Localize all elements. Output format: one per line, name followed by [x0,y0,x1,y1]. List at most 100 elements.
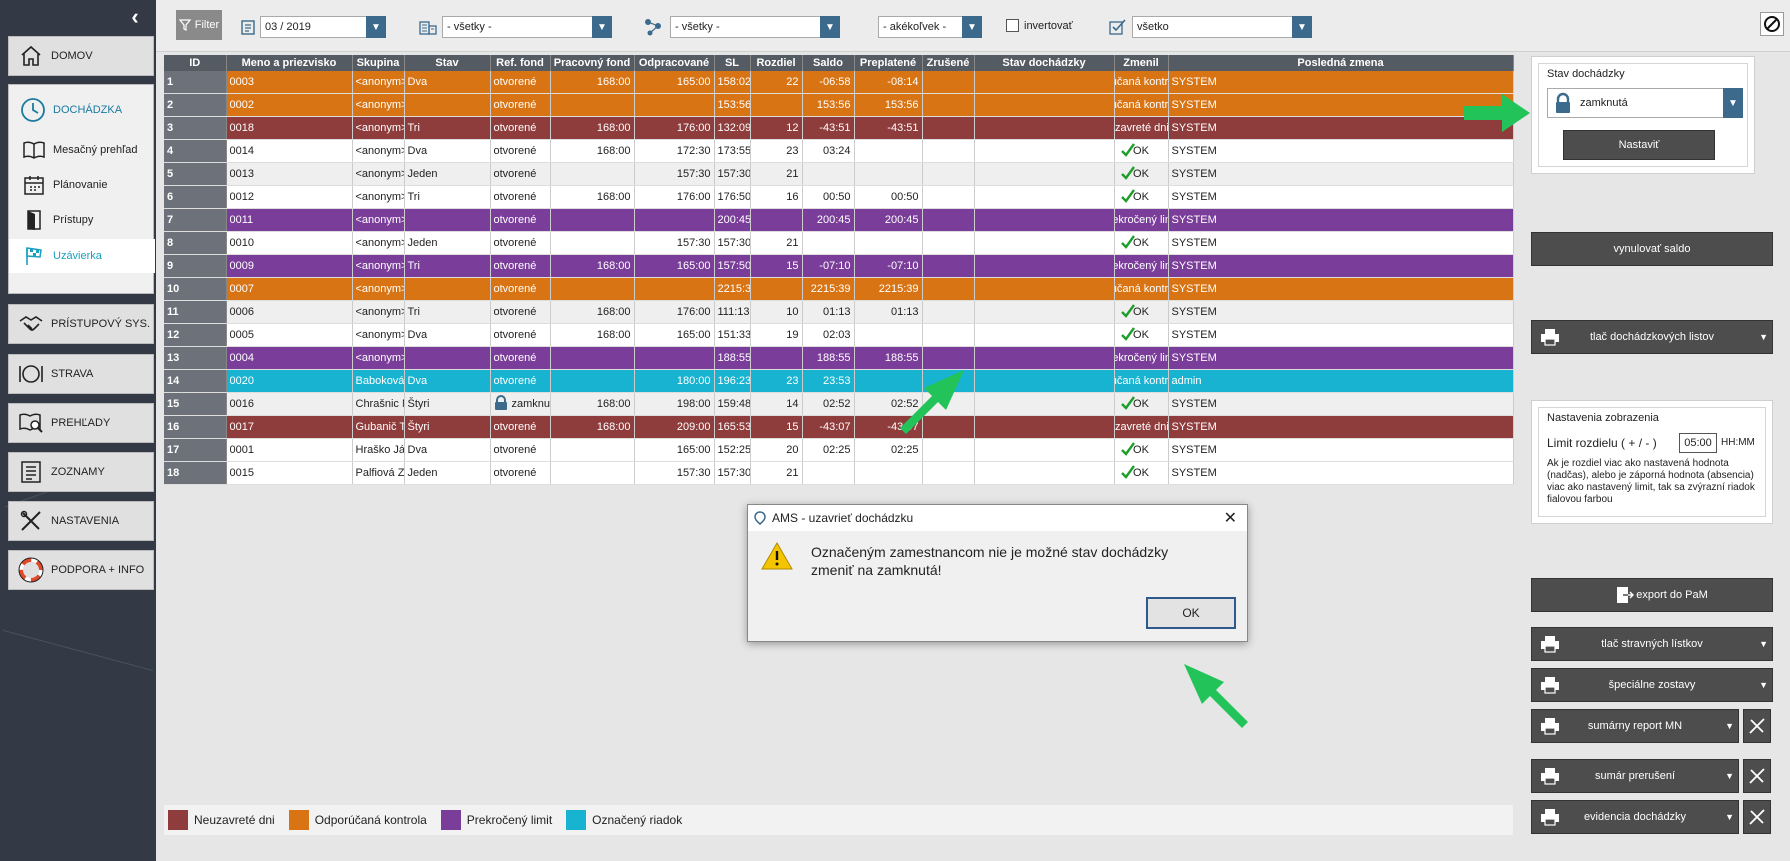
nav-uzavierka[interactable]: Uzávierka [9,239,155,273]
table-row[interactable]: 50013<anonym> <anonym>Jedenotvorené 157:3… [164,162,1514,186]
chevron-down-icon[interactable]: ▼ [1759,321,1768,353]
collapse-sidebar-button[interactable]: ‹ [124,6,146,28]
nav-label: STRAVA [51,368,94,380]
table-row[interactable]: 70011<anonym> <anonym>otvorené200:45200:… [164,208,1514,232]
nav-prehlady[interactable]: PREHĽADY [8,403,154,443]
structure-value: - všetky - [675,21,720,33]
table-row[interactable]: 10003<anonym> <anonym>Dvaotvorené168:001… [164,71,1514,94]
chevron-down-icon[interactable]: ▼ [1723,88,1743,118]
table-row[interactable]: 160017Gubanič TomášŠtyriotvorené168:0020… [164,415,1514,439]
sumar-settings-button[interactable] [1743,759,1771,793]
cell-pre [922,185,975,209]
table-row[interactable]: 130004<anonym> <anonym> otvorené 188:55 188… [164,346,1514,370]
stav-select[interactable]: zamknutá ▼ [1547,88,1743,118]
tlac-dochadzkovych-button[interactable]: tlač dochádzkových listov ▼ [1531,320,1773,354]
chevron-down-icon[interactable]: ▼ [1759,628,1768,660]
evidencia-dochadzky-button[interactable]: evidencia dochádzky ▼ [1531,800,1739,834]
chevron-down-icon[interactable]: ▼ [1292,16,1312,38]
chevron-down-icon[interactable]: ▼ [366,16,386,38]
nav-podpora[interactable]: PODPORA + INFO [8,550,154,590]
specialne-zostavy-button[interactable]: špeciálne zostavy ▼ [1531,668,1773,702]
nav-domov[interactable]: DOMOV [8,36,154,76]
column-header[interactable]: Posledná zmena [1168,55,1514,71]
nav-strava[interactable]: STRAVA [8,354,154,394]
cell-sl: 16 [750,185,803,209]
cell-sd: odporúčaná kontrola (4) [1114,369,1169,393]
column-header[interactable]: Zmenil [1114,55,1169,71]
sumarny-report-button[interactable]: sumárny report MN ▼ [1531,709,1739,743]
nav-dochadzka[interactable]: DOCHÁDZKA [9,95,155,125]
column-header[interactable]: Stav [404,55,491,71]
nav-mesacny-prehlad[interactable]: Mesačný prehľad [9,133,155,167]
nastavit-button[interactable]: Nastaviť [1563,130,1715,160]
chevron-down-icon[interactable]: ▼ [1725,760,1734,792]
cancel-icon[interactable] [1760,12,1784,36]
filter-label: Filter [194,19,220,31]
cell-roz: -43:51 [802,116,855,140]
table-row[interactable]: 110006<anonym> <anonym>Triotvorené168:00… [164,300,1514,324]
table-row[interactable]: 90009<anonym> <anonym>Triotvorené168:001… [164,254,1514,278]
column-header[interactable]: SL [714,55,751,71]
table-row[interactable]: 150016Chrašnic MarekŠtyrizamknuté168:001… [164,392,1514,416]
cell-ref [550,208,635,232]
nav-zoznamy[interactable]: ZOZNAMY [8,452,154,492]
table-row[interactable]: 20002<anonym> <anonym>otvorené153:56153:… [164,93,1514,117]
column-header[interactable]: Pracovný fond [550,55,635,71]
nav-nastavenia[interactable]: NASTAVENIA [8,501,154,541]
nav-pristupovy-sys[interactable]: PRÍSTUPOVÝ SYS. [8,304,154,344]
table-row[interactable]: 30018<anonym> <anonym>Triotvorené168:001… [164,116,1514,140]
month-select[interactable]: 03 / 2019 ▼ [260,16,386,38]
chevron-down-icon[interactable]: ▼ [592,16,612,38]
sumarny-settings-button[interactable] [1743,709,1771,743]
department-select[interactable]: - všetky - ▼ [442,16,612,38]
limit-input[interactable]: 05:00 [1679,433,1717,453]
table-row[interactable]: 40014<anonym> <anonym>Dvaotvorené168:001… [164,139,1514,163]
nav-pristupy[interactable]: Prístupy [9,203,155,237]
cell-zru [974,254,1115,278]
column-header[interactable]: Ref. fond [490,55,551,71]
close-icon[interactable]: ✕ [1224,508,1237,528]
column-header[interactable]: Skupina [352,55,405,71]
cell-grp: Dva [404,139,491,163]
column-header[interactable]: Odpracované [634,55,715,71]
cell-zm: SYSTEM [1168,162,1514,186]
sumar-preruseni-button[interactable]: sumár prerušení ▼ [1531,759,1739,793]
vynulovat-saldo-button[interactable]: vynulovať saldo [1531,232,1773,266]
app-pin-icon [754,511,766,525]
nav-planovanie[interactable]: Plánovanie [9,168,155,202]
chevron-down-icon[interactable]: ▼ [820,16,840,38]
printer-icon [1540,321,1560,353]
chevron-down-icon[interactable]: ▼ [962,16,982,38]
cell-n: 9 [164,254,227,278]
structure-select[interactable]: - všetky - ▼ [670,16,840,38]
column-header[interactable]: Zrušené [922,55,975,71]
state-select[interactable]: všetko ▼ [1132,16,1312,38]
column-header[interactable]: Stav dochádzky [974,55,1115,71]
column-header[interactable]: Saldo [802,55,855,71]
chevron-down-icon[interactable]: ▼ [1725,710,1734,742]
table-row[interactable]: 60012<anonym> <anonym>Triotvorené168:001… [164,185,1514,209]
column-header[interactable]: ID [164,55,227,71]
chevron-down-icon[interactable]: ▼ [1759,669,1768,701]
chevron-down-icon[interactable]: ▼ [1725,801,1734,833]
invert-checkbox[interactable] [1006,19,1019,32]
table-row[interactable]: 180015Palfiová ZuzanaJedenotvorené 157:30… [164,461,1514,485]
evidencia-settings-button[interactable] [1743,800,1771,834]
export-pam-button[interactable]: export do PaM [1531,578,1773,612]
column-header[interactable]: Rozdiel [750,55,803,71]
cell-roz: 01:13 [802,300,855,324]
table-row[interactable]: 80010<anonym> <anonym>Jedenotvorené 157:3… [164,231,1514,255]
table-row[interactable]: 140020Baboková BarboraDvaotvorené 180:001… [164,369,1514,393]
any-select[interactable]: - akékoľvek - ▼ [878,16,982,38]
filter-label-box[interactable]: Filter [176,10,222,40]
table-row[interactable]: 170001Hraško JánDvaotvorené 165:00152:252… [164,438,1514,462]
tlac-stravnych-button[interactable]: tlač stravných lístkov ▼ [1531,627,1773,661]
column-header[interactable]: Preplatené [854,55,923,71]
table-row[interactable]: 120005<anonym> <anonym>Dvaotvorené168:00… [164,323,1514,347]
ok-button[interactable]: OK [1146,597,1236,629]
nav-label: PREHĽADY [51,417,111,429]
cell-odp: 2215:39 [714,277,751,301]
cell-ref [550,277,635,301]
table-row[interactable]: 100007<anonym> <anonym>otvorené2215:3922… [164,277,1514,301]
column-header[interactable]: Meno a priezvisko [226,55,353,71]
